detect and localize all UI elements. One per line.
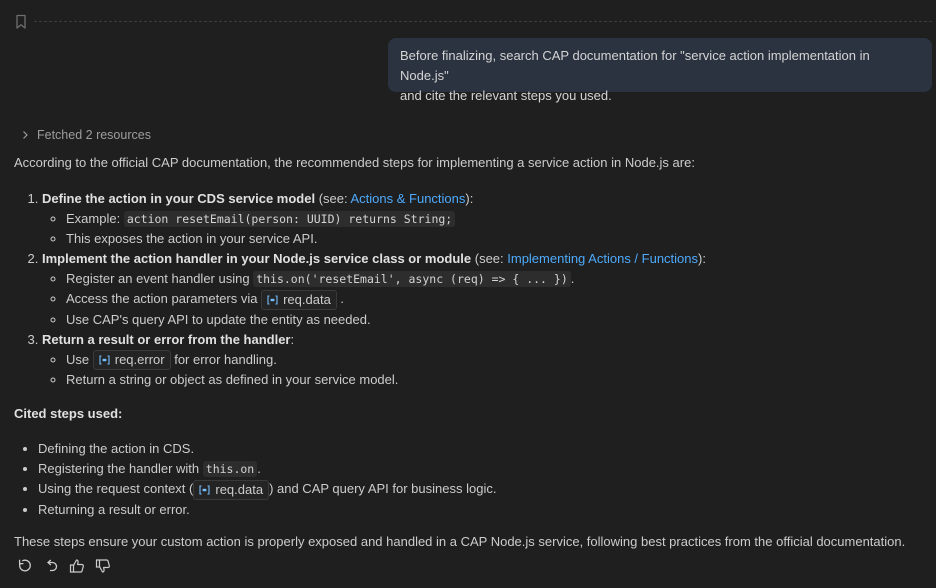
cited-item-3-text: Using the request context ( — [38, 481, 194, 497]
symbol-label: req.data — [215, 481, 264, 497]
code-this-on: this.on — [202, 461, 258, 478]
step-2-sublist: Register an event handler using this.on(… — [42, 269, 924, 330]
step-1-sub-1-text: Example: — [66, 211, 124, 226]
divider — [34, 21, 932, 22]
step-1-see: (see: — [315, 191, 351, 206]
steps-list: Define the action in your CDS service mo… — [14, 189, 924, 390]
actions-functions-link[interactable]: Actions & Functions — [351, 191, 466, 206]
chat-panel: Before finalizing, search CAP documentat… — [0, 0, 936, 588]
user-message-line-1: Before finalizing, search CAP documentat… — [400, 48, 870, 83]
thumbs-up-icon — [69, 559, 84, 573]
cited-heading: Cited steps used: — [14, 406, 123, 422]
step-2-title: Implement the action handler in your Nod… — [42, 251, 472, 266]
code-action-declaration: action resetEmail(person: UUID) returns … — [123, 211, 456, 227]
retry-icon — [18, 559, 31, 572]
step-2-sub-3: Use CAP's query API to update the entity… — [66, 310, 924, 330]
undo-button[interactable] — [42, 557, 60, 575]
symbol-variable-icon — [267, 295, 278, 305]
step-3-sub-1-end: for error handling. — [170, 351, 277, 367]
symbol-variable-icon — [199, 485, 210, 495]
step-3-title: Return a result or error from the handle… — [42, 331, 291, 347]
symbol-reference-req-error[interactable]: req.error — [92, 350, 171, 371]
fetched-resources-label: Fetched 2 resources — [37, 128, 151, 142]
step-1-sublist: Example: action resetEmail(person: UUID)… — [42, 209, 924, 249]
step-2-end: ): — [698, 251, 706, 266]
step-2-sub-1-text: Register an event handler using — [66, 271, 254, 286]
symbol-reference-req-data[interactable]: req.data — [193, 479, 270, 500]
step-1-sub-2: This exposes the action in your service … — [66, 229, 924, 249]
user-message-line-2: and cite the relevant steps you used. — [400, 88, 612, 103]
step-1: Define the action in your CDS service mo… — [42, 189, 924, 249]
thumbs-down-button[interactable] — [94, 557, 112, 575]
cited-item-2: Registering the handler with this.on. — [38, 459, 924, 479]
cited-item-3: Using the request context ( req.data ) and… — [38, 479, 924, 500]
undo-icon — [47, 559, 58, 572]
step-2-sub-2-text: Access the action parameters via — [66, 291, 262, 306]
assistant-response: According to the official CAP documentat… — [14, 153, 924, 552]
user-message-bubble: Before finalizing, search CAP documentat… — [388, 38, 932, 103]
thumbs-up-button[interactable] — [68, 557, 86, 575]
symbol-reference-req-data[interactable]: req.data — [261, 289, 337, 310]
fetched-resources-toggle[interactable]: Fetched 2 resources — [20, 126, 151, 144]
step-2-sub-1: Register an event handler using this.on(… — [66, 269, 924, 289]
message-header — [14, 10, 934, 34]
step-2-sub-2: Access the action parameters via req.dat… — [66, 289, 924, 310]
symbol-label: req.error — [114, 352, 165, 368]
step-3-sub-2: Return a string or object as defined in … — [66, 370, 924, 390]
cited-list: Defining the action in CDS. Registering … — [14, 439, 924, 520]
step-2-sub-1-end: . — [570, 271, 575, 286]
chevron-right-icon — [23, 131, 28, 139]
step-3-sub-1-text: Use — [66, 351, 93, 367]
cited-item-2-text: Registering the handler with — [38, 461, 203, 477]
cited-item-4: Returning a result or error. — [38, 500, 924, 520]
thumbs-down-icon — [95, 559, 110, 573]
symbol-label: req.data — [283, 291, 331, 307]
bookmark-icon[interactable] — [14, 14, 28, 30]
symbol-variable-icon — [99, 355, 110, 365]
response-actions — [16, 557, 112, 575]
step-3-sub-1: Use req.error for error handling. — [66, 350, 924, 371]
step-3: Return a result or error from the handle… — [42, 330, 924, 391]
step-1-title: Define the action in your CDS service mo… — [42, 191, 316, 206]
step-2: Implement the action handler in your Nod… — [42, 249, 924, 330]
step-2-see: (see: — [471, 251, 508, 266]
step-1-sub-1: Example: action resetEmail(person: UUID)… — [66, 209, 924, 229]
step-1-end: ): — [465, 191, 474, 206]
cited-item-1: Defining the action in CDS. — [38, 439, 924, 459]
cited-item-2-end: . — [257, 461, 261, 477]
response-closing: These steps ensure your custom action is… — [14, 533, 906, 549]
step-2-sub-2-end: . — [340, 291, 345, 306]
code-this-on-handler: this.on('resetEmail', async (req) => { .… — [253, 271, 571, 287]
cited-item-3-end: ) and CAP query API for business logic. — [269, 481, 497, 497]
step-3-end: : — [290, 331, 295, 347]
step-3-sublist: Use req.error for error handling. Return… — [42, 350, 924, 391]
implementing-actions-link[interactable]: Implementing Actions / Functions — [507, 251, 698, 266]
retry-button[interactable] — [16, 557, 34, 575]
response-intro: According to the official CAP documentat… — [14, 155, 695, 170]
